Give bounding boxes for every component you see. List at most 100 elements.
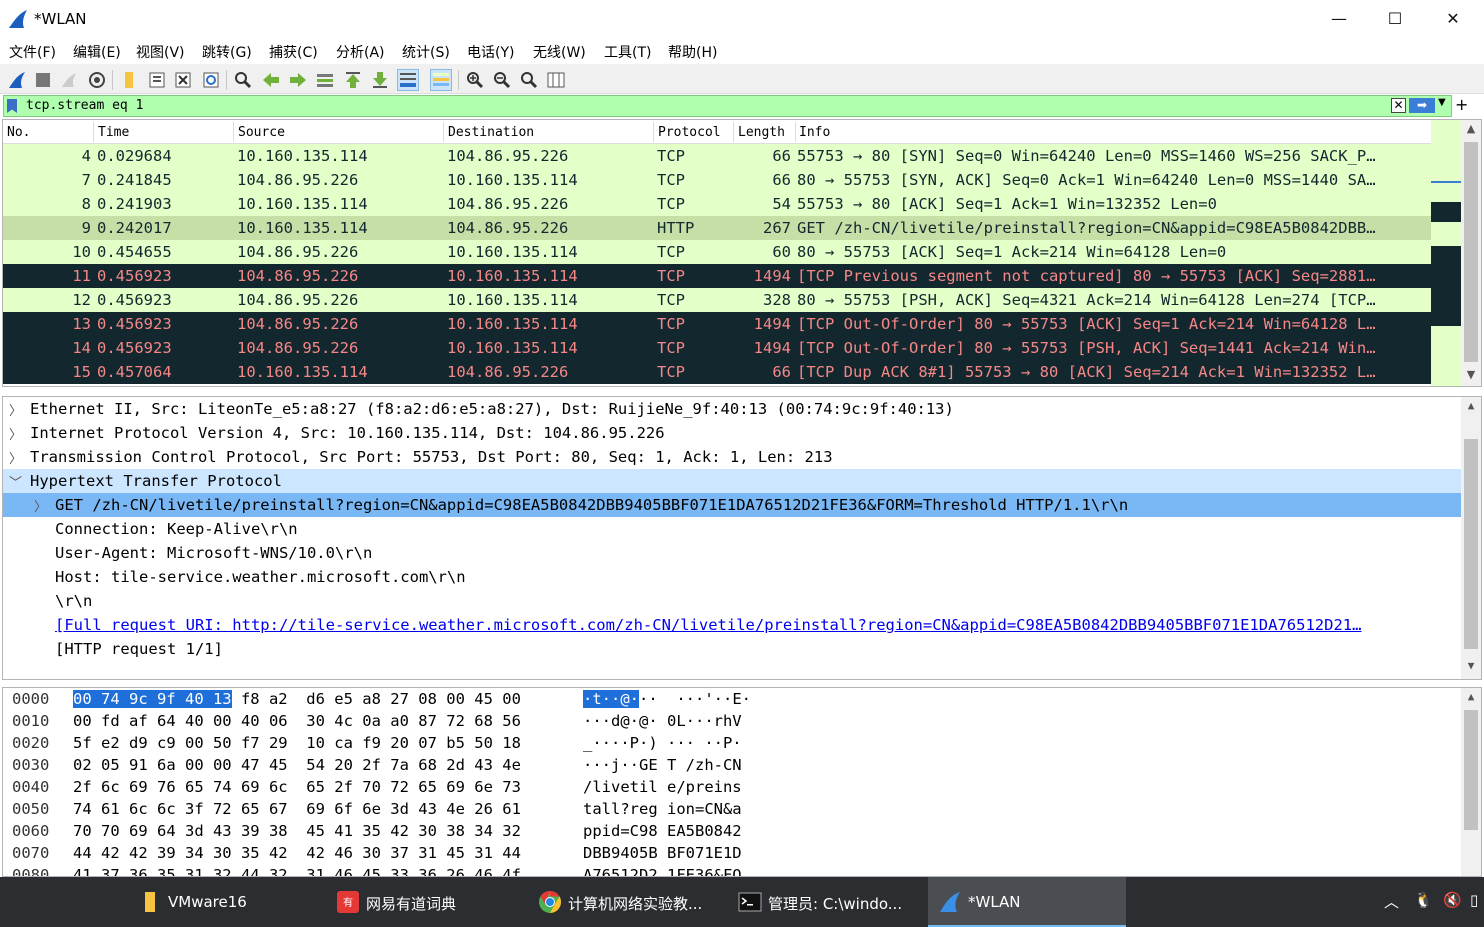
menu-analyze[interactable]: 分析(A) [336,42,385,62]
col-destination[interactable]: Destination [448,125,534,140]
tree-item-host[interactable]: Host: tile-service.weather.microsoft.com… [3,565,1461,589]
packet-row-selected[interactable]: 9 0.242017 10.160.135.114 104.86.95.226 HTTP… [3,216,1431,240]
tree-item-crlf[interactable]: \r\n [3,589,1461,613]
normal-size-icon[interactable] [518,69,540,91]
restart-capture-icon[interactable] [58,69,80,91]
packet-row[interactable]: 10 0.454655 104.86.95.226 10.160.135.114 TCP… [3,240,1431,264]
packet-row[interactable]: 7 0.241845 104.86.95.226 10.160.135.114 TCP 6… [3,168,1431,192]
chevron-down-icon[interactable]: ▼ [1438,97,1446,108]
zoom-out-icon[interactable] [491,69,513,91]
col-no[interactable]: No. [7,125,30,140]
resize-columns-icon[interactable] [545,69,567,91]
filter-text[interactable]: tcp.stream eq 1 [26,98,143,113]
menu-file[interactable]: 文件(F) [9,42,56,62]
packet-details: 〉 Ethernet II, Src: LiteonTe_e5:a8:27 (f… [2,396,1482,680]
open-file-icon[interactable] [118,69,140,91]
scrollbar-thumb[interactable] [1464,142,1478,362]
packet-row[interactable]: 11 0.456923 104.86.95.226 10.160.135.114 TCP… [3,264,1431,288]
chevron-right-icon[interactable]: 〉 [9,400,22,419]
taskbar-item-chrome[interactable]: 计算机网络实验教... [528,877,724,927]
packet-row[interactable]: 8 0.241903 10.160.135.114 104.86.95.226 TCP 5… [3,192,1431,216]
clear-filter-icon[interactable]: ✕ [1391,98,1406,113]
apply-filter-icon[interactable]: ➡ [1409,98,1435,113]
go-back-icon[interactable] [260,69,282,91]
input-method-icon[interactable]: ▯ [1470,891,1478,909]
bytes-scrollbar[interactable]: ▲ [1461,688,1481,876]
scroll-up-icon[interactable]: ▲ [1461,122,1481,140]
speaker-muted-icon[interactable]: 🔇 [1443,891,1462,909]
chevron-right-icon[interactable]: 〉 [34,496,47,515]
scroll-down-icon[interactable]: ▼ [1461,659,1481,677]
close-button[interactable]: ✕ [1424,0,1482,38]
col-source[interactable]: Source [238,125,285,140]
minimize-button[interactable]: — [1310,0,1368,38]
scrollbar-thumb[interactable] [1464,710,1478,830]
packet-row[interactable]: 15 0.457064 10.160.135.114 104.86.95.226 TCP… [3,360,1431,384]
find-packet-icon[interactable] [232,69,254,91]
packet-row[interactable]: 13 0.456923 104.86.95.226 10.160.135.114 TCP… [3,312,1431,336]
menu-help[interactable]: 帮助(H) [668,42,717,62]
menu-capture[interactable]: 捕获(C) [269,42,318,62]
colorize-icon[interactable] [430,69,452,91]
display-filter-input[interactable]: tcp.stream eq 1 ✕ ➡ ▼ [3,95,1452,117]
taskbar-item-wireshark[interactable]: *WLAN [928,877,1126,927]
tree-item-http[interactable]: ﹀ Hypertext Transfer Protocol [3,469,1461,493]
zoom-in-icon[interactable] [464,69,486,91]
packet-list-scrollbar[interactable]: ▲ ▼ [1461,120,1481,386]
tree-item-request-count[interactable]: [HTTP request 1/1] [3,637,1461,661]
taskbar-item-youdao[interactable]: 有 网易有道词典 [326,877,522,927]
chrome-icon [539,891,561,913]
chevron-right-icon[interactable]: 〉 [9,424,22,443]
scroll-down-icon[interactable]: ▼ [1461,368,1481,386]
selected-bytes-hex[interactable]: 00 74 9c 9f 40 13 [73,690,232,708]
tree-item-ethernet[interactable]: 〉 Ethernet II, Src: LiteonTe_e5:a8:27 (f… [3,397,1461,421]
menu-edit[interactable]: 编辑(E) [73,42,121,62]
maximize-button[interactable]: ☐ [1366,0,1424,38]
menu-telephony[interactable]: 电话(Y) [467,42,514,62]
taskbar-item-vmware[interactable]: VMware16 [128,877,324,927]
tree-item-user-agent[interactable]: User-Agent: Microsoft-WNS/10.0\r\n [3,541,1461,565]
scroll-up-icon[interactable]: ▲ [1461,399,1481,417]
tree-item-tcp[interactable]: 〉 Transmission Control Protocol, Src Por… [3,445,1461,469]
go-forward-icon[interactable] [287,69,309,91]
col-protocol[interactable]: Protocol [658,125,721,140]
bytes-row[interactable]: 0000 00 74 9c 9f 40 13 f8 a2 d6 e5 a8 27… [3,688,751,710]
col-info[interactable]: Info [799,125,830,140]
col-time[interactable]: Time [98,125,129,140]
scrollbar-thumb[interactable] [1464,439,1478,649]
menu-view[interactable]: 视图(V) [136,42,185,62]
go-to-packet-icon[interactable] [314,69,336,91]
selected-bytes-ascii[interactable]: ·t··@· [583,690,639,708]
menu-wireless[interactable]: 无线(W) [533,42,586,62]
scroll-up-icon[interactable]: ▲ [1461,690,1481,708]
taskbar-item-cmd[interactable]: 管理员: C:\windo... [728,877,924,927]
chevron-right-icon[interactable]: 〉 [9,448,22,467]
packet-minimap[interactable] [1431,120,1461,386]
add-filter-button-icon[interactable]: + [1455,95,1468,114]
go-first-icon[interactable] [342,69,364,91]
packet-row[interactable]: 14 0.456923 104.86.95.226 10.160.135.114 TCP… [3,336,1431,360]
tree-item-full-uri-link[interactable]: [Full request URI: http://tile-service.w… [3,613,1461,637]
qq-tray-icon[interactable]: 🐧 [1414,891,1433,909]
tree-item-http-request-line[interactable]: 〉 GET /zh-CN/livetile/preinstall?region=… [3,493,1461,517]
menu-tools[interactable]: 工具(T) [604,42,651,62]
go-last-icon[interactable] [369,69,391,91]
capture-options-icon[interactable] [86,69,108,91]
packet-row[interactable]: 12 0.456923 104.86.95.226 10.160.135.114 TCP… [3,288,1431,312]
close-file-icon[interactable] [172,69,194,91]
chevron-down-icon[interactable]: ﹀ [9,472,22,491]
save-file-icon[interactable] [146,69,168,91]
menu-go[interactable]: 跳转(G) [202,42,252,62]
tree-item-connection[interactable]: Connection: Keep-Alive\r\n [3,517,1461,541]
tree-item-ip[interactable]: 〉 Internet Protocol Version 4, Src: 10.1… [3,421,1461,445]
bookmark-icon[interactable] [7,99,17,113]
chevron-up-icon[interactable]: ︿ [1384,891,1399,912]
packet-row[interactable]: 4 0.029684 10.160.135.114 104.86.95.226 TCP 6… [3,144,1431,168]
autoscroll-icon[interactable] [397,69,419,91]
start-capture-icon[interactable] [6,69,28,91]
stop-capture-icon[interactable] [32,69,54,91]
details-scrollbar[interactable]: ▲ ▼ [1461,397,1481,679]
col-length[interactable]: Length [738,125,785,140]
reload-file-icon[interactable] [200,69,222,91]
menu-statistics[interactable]: 统计(S) [402,42,450,62]
